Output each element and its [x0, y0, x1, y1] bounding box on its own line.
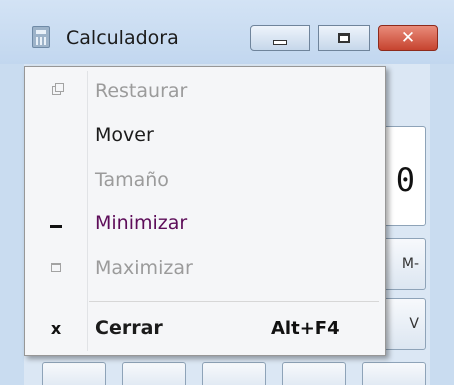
calculator-key[interactable] — [122, 362, 186, 385]
minimize-bar-icon — [45, 215, 67, 232]
close-button[interactable]: ✕ — [378, 25, 438, 51]
maximize-button[interactable] — [318, 25, 370, 51]
menu-item-label: Minimizar — [95, 212, 188, 234]
calculator-key[interactable] — [282, 362, 346, 385]
menu-item-maximizar[interactable]: Maximizar — [27, 248, 383, 288]
calculator-key[interactable] — [202, 362, 266, 385]
maximize-icon — [338, 33, 350, 43]
menu-item-label: Tamaño — [95, 169, 169, 191]
menu-item-cerrar[interactable]: x Cerrar Alt+F4 — [27, 308, 383, 348]
title-bar[interactable]: Calculadora ✕ — [0, 0, 454, 64]
menu-item-label: Cerrar — [95, 317, 163, 339]
menu-item-label: Restaurar — [95, 80, 188, 102]
close-icon: ✕ — [400, 28, 416, 48]
display-value: 0 — [395, 161, 415, 199]
menu-item-tamano[interactable]: Tamaño — [27, 160, 383, 200]
maximize-box-icon — [45, 260, 67, 276]
menu-item-restaurar[interactable]: Restaurar — [27, 71, 383, 111]
close-x-icon: x — [50, 318, 62, 338]
minimize-button[interactable] — [250, 25, 310, 51]
system-context-menu: Restaurar Mover Tamaño Minimizar Maximiz… — [24, 66, 386, 356]
menu-item-minimizar[interactable]: Minimizar — [27, 203, 383, 243]
menu-shortcut: Alt+F4 — [271, 317, 340, 339]
menu-item-label: Maximizar — [95, 257, 193, 279]
minimize-icon — [273, 39, 287, 45]
calculator-icon[interactable] — [32, 26, 50, 48]
menu-item-label: Mover — [95, 124, 154, 146]
restore-icon — [45, 83, 67, 99]
menu-separator — [89, 301, 379, 302]
calculator-key[interactable] — [42, 362, 106, 385]
menu-item-mover[interactable]: Mover — [27, 115, 383, 155]
calculator-key[interactable] — [362, 362, 426, 385]
calculator-key-row — [24, 362, 430, 385]
window-title: Calculadora — [66, 27, 179, 49]
